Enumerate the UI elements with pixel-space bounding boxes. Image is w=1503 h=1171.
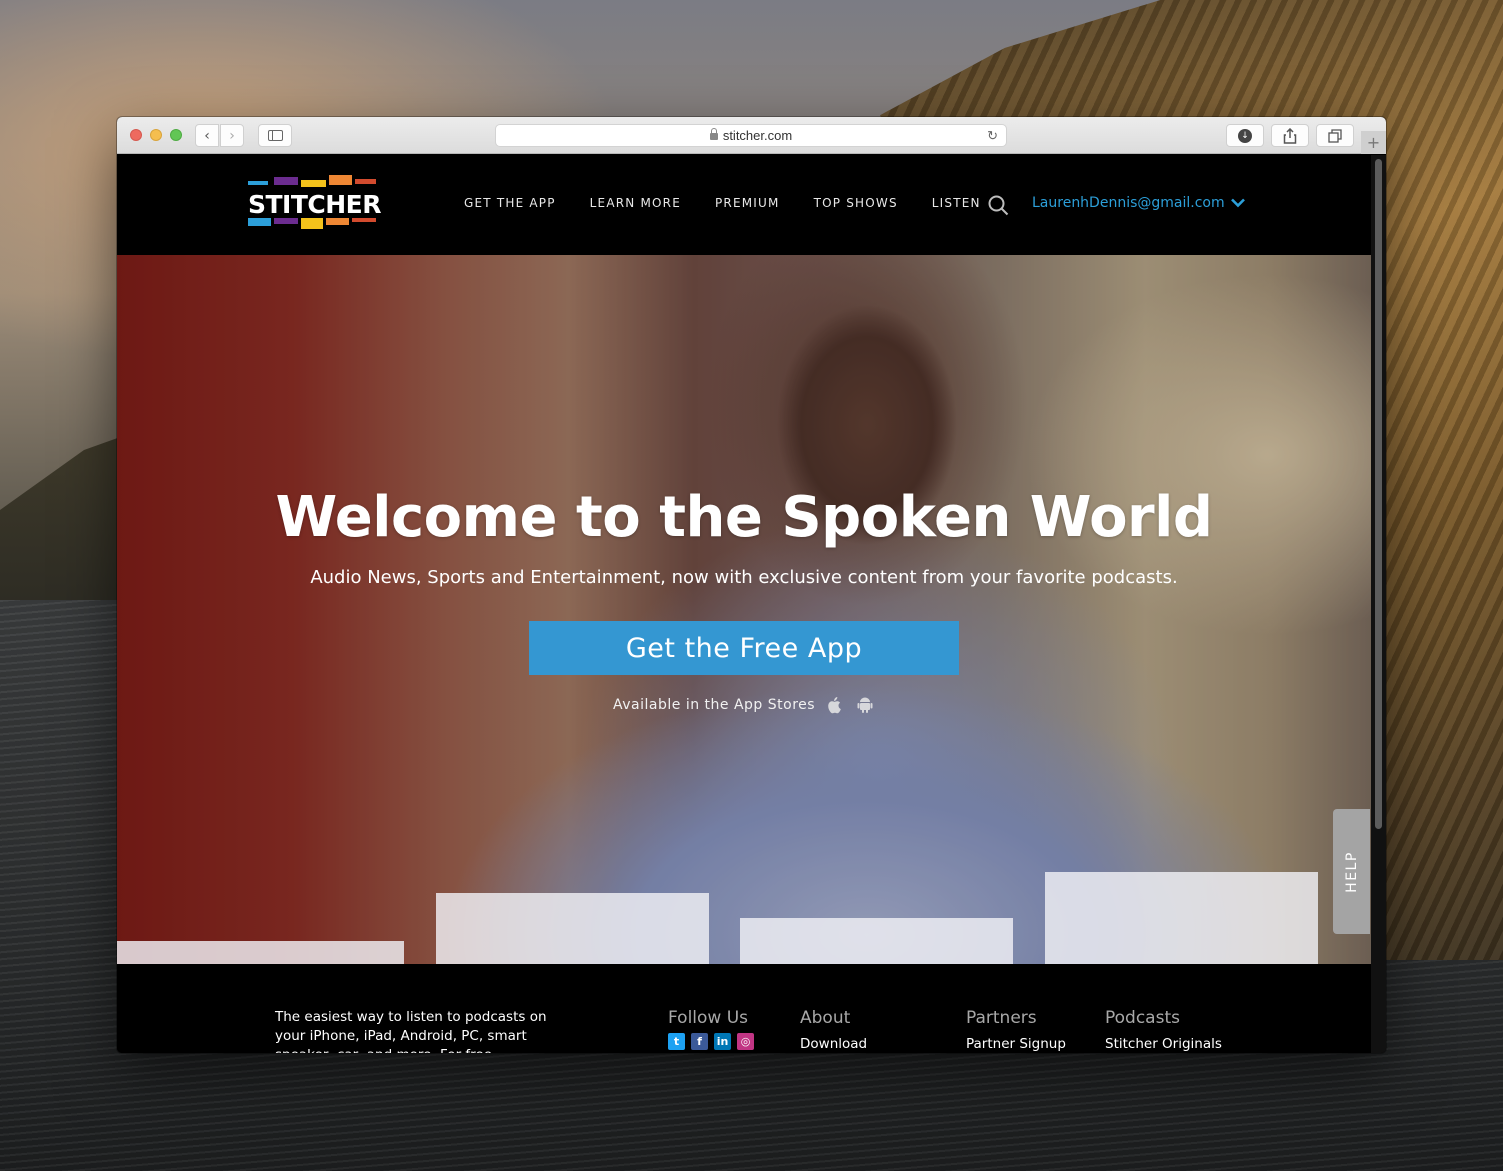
show-tabs-button[interactable] [1316, 124, 1354, 147]
window-minimize-button[interactable] [150, 129, 162, 141]
tabs-icon [1328, 128, 1342, 143]
follow-us-heading: Follow Us [668, 1008, 749, 1028]
logo-bar [274, 177, 298, 185]
logo-bar [352, 218, 376, 222]
show-card[interactable] [740, 918, 1013, 964]
download-icon: ↓ [1238, 128, 1252, 143]
stitcher-logo[interactable]: STITCHER [248, 175, 382, 230]
footer-heading: Podcasts [1105, 1008, 1180, 1028]
hero-title: Welcome to the Spoken World [275, 485, 1213, 550]
scrollbar-thumb[interactable] [1375, 159, 1382, 829]
nav-learn-more[interactable]: LEARN MORE [590, 196, 681, 210]
app-store-availability: Available in the App Stores [613, 696, 873, 714]
help-label: HELP [1343, 850, 1360, 893]
hero-section: Welcome to the Spoken World Audio News, … [117, 255, 1371, 964]
chevron-down-icon [1230, 198, 1245, 208]
footer-column-partners: Partners Partner Signup [966, 1008, 1066, 1052]
nav-listen[interactable]: LISTEN [932, 196, 981, 210]
chevron-left-icon: ‹ [204, 127, 210, 144]
sidebar-toggle-button[interactable] [258, 124, 292, 147]
availability-text: Available in the App Stores [613, 697, 816, 713]
social-icons: t f in ◎ [668, 1033, 754, 1050]
plus-icon: + [1366, 133, 1381, 152]
browser-window: ‹ › stitcher.com ↻ ↓ + STITCHER GET THE … [117, 117, 1386, 1053]
footer-link-partner-signup[interactable]: Partner Signup [966, 1036, 1066, 1052]
logo-bar [248, 218, 271, 226]
footer-column-about: About Download [800, 1008, 867, 1052]
android-icon[interactable] [857, 696, 873, 714]
facebook-icon[interactable]: f [691, 1033, 708, 1050]
user-email: LaurenhDennis@gmail.com [1032, 195, 1225, 211]
help-tab[interactable]: HELP [1333, 809, 1370, 934]
show-card[interactable] [1045, 872, 1318, 964]
browser-toolbar: ‹ › stitcher.com ↻ ↓ + [117, 117, 1386, 154]
site-footer: The easiest way to listen to podcasts on… [117, 964, 1371, 1053]
window-maximize-button[interactable] [170, 129, 182, 141]
logo-bar [301, 180, 326, 187]
window-close-button[interactable] [130, 129, 142, 141]
forward-button[interactable]: › [220, 124, 244, 147]
logo-bar [326, 218, 349, 225]
search-icon[interactable] [988, 195, 1009, 216]
apple-icon[interactable] [825, 696, 841, 714]
address-bar[interactable]: stitcher.com ↻ [495, 124, 1007, 147]
downloads-button[interactable]: ↓ [1226, 124, 1264, 147]
page-scrollbar[interactable] [1371, 155, 1386, 1053]
logo-bar [274, 218, 298, 224]
twitter-icon[interactable]: t [668, 1033, 685, 1050]
get-free-app-button[interactable]: Get the Free App [529, 621, 959, 675]
nav-premium[interactable]: PREMIUM [715, 196, 780, 210]
instagram-icon[interactable]: ◎ [737, 1033, 754, 1050]
hero-subtitle: Audio News, Sports and Entertainment, no… [310, 567, 1178, 588]
chevron-right-icon: › [229, 127, 235, 144]
reload-icon[interactable]: ↻ [987, 128, 998, 144]
footer-link-download[interactable]: Download [800, 1036, 867, 1052]
footer-blurb: The easiest way to listen to podcasts on… [275, 1009, 547, 1053]
logo-bar [355, 179, 376, 184]
footer-follow-us: Follow Us t f in ◎ [668, 1008, 754, 1050]
share-icon [1283, 127, 1297, 144]
logo-bar [301, 218, 323, 229]
user-account-menu[interactable]: LaurenhDennis@gmail.com [1032, 195, 1245, 211]
main-nav: GET THE APP LEARN MORE PREMIUM TOP SHOWS… [464, 196, 1015, 210]
show-card[interactable] [436, 893, 709, 964]
site-header: STITCHER GET THE APP LEARN MORE PREMIUM … [117, 155, 1371, 255]
sidebar-icon [267, 130, 283, 141]
logo-bar [329, 175, 352, 185]
hero-overlay [117, 255, 1371, 964]
linkedin-icon[interactable]: in [714, 1033, 731, 1050]
footer-heading: About [800, 1008, 851, 1028]
nav-top-shows[interactable]: TOP SHOWS [814, 196, 898, 210]
nav-get-the-app[interactable]: GET THE APP [464, 196, 556, 210]
logo-text: STITCHER [248, 190, 382, 219]
logo-bar [248, 181, 268, 185]
footer-link-stitcher-originals[interactable]: Stitcher Originals [1105, 1036, 1222, 1052]
footer-heading: Partners [966, 1008, 1037, 1028]
show-card[interactable] [117, 941, 404, 964]
new-tab-button[interactable]: + [1361, 131, 1386, 154]
lock-icon [709, 128, 718, 140]
footer-column-podcasts: Podcasts Stitcher Originals [1105, 1008, 1222, 1052]
url-text: stitcher.com [722, 128, 793, 143]
back-button[interactable]: ‹ [195, 124, 219, 147]
share-button[interactable] [1271, 124, 1309, 147]
